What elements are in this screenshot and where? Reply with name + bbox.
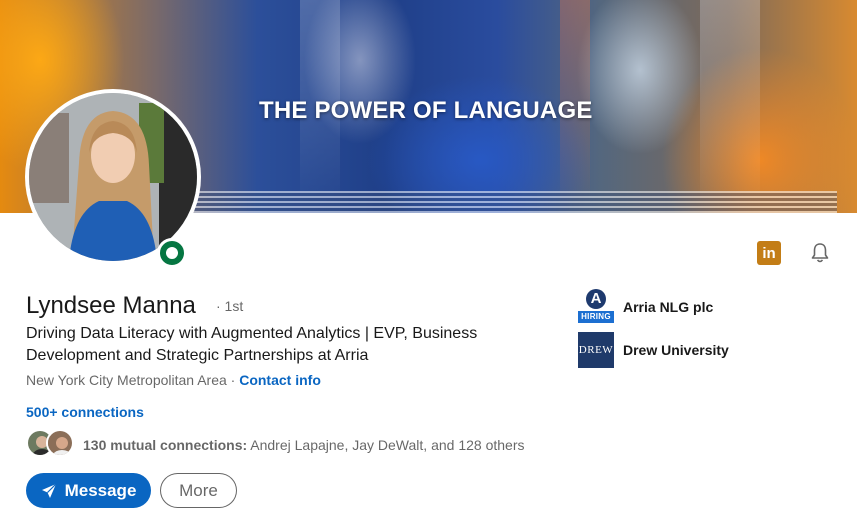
cover-title: THE POWER OF LANGUAGE bbox=[259, 97, 593, 124]
more-button-label: More bbox=[179, 480, 218, 500]
org-drew[interactable]: DREW Drew University bbox=[578, 332, 729, 368]
online-status-indicator bbox=[157, 238, 187, 268]
location-row: New York City Metropolitan Area · Contac… bbox=[26, 372, 321, 388]
location-text: New York City Metropolitan Area bbox=[26, 372, 227, 388]
arria-logo-icon: A HIRING bbox=[578, 289, 614, 325]
contact-info-link[interactable]: Contact info bbox=[239, 372, 321, 388]
profile-card: THE POWER OF LANGUAGE in Lyndsee Manna ·… bbox=[0, 0, 857, 529]
more-button[interactable]: More bbox=[160, 473, 237, 508]
org-arria[interactable]: A HIRING Arria NLG plc bbox=[578, 289, 713, 325]
org-name: Arria NLG plc bbox=[623, 299, 714, 315]
cover-steps bbox=[180, 191, 837, 213]
connections-link[interactable]: 500+ connections bbox=[26, 404, 144, 420]
person-photo bbox=[29, 93, 197, 261]
mutual-connections-text: 130 mutual connections: Andrej Lapajne, … bbox=[83, 437, 524, 453]
mutual-count: 130 mutual connections: bbox=[83, 437, 248, 453]
linkedin-icon: in bbox=[757, 241, 781, 265]
message-button-label: Message bbox=[64, 480, 137, 500]
mutual-names: Andrej Lapajne, Jay DeWalt, and 128 othe… bbox=[247, 437, 525, 453]
connection-degree: · 1st bbox=[216, 298, 244, 314]
profile-name: Lyndsee Manna bbox=[26, 292, 196, 319]
location-separator: · bbox=[226, 372, 240, 388]
paper-plane-icon bbox=[41, 483, 57, 498]
message-button[interactable]: Message bbox=[26, 473, 151, 508]
mutual-avatar bbox=[46, 429, 74, 457]
bell-icon[interactable] bbox=[808, 241, 832, 265]
avatar bbox=[29, 93, 197, 261]
org-name: Drew University bbox=[623, 342, 729, 358]
drew-logo-icon: DREW bbox=[578, 332, 614, 368]
mutual-avatars bbox=[26, 429, 76, 459]
profile-headline: Driving Data Literacy with Augmented Ana… bbox=[26, 325, 478, 364]
